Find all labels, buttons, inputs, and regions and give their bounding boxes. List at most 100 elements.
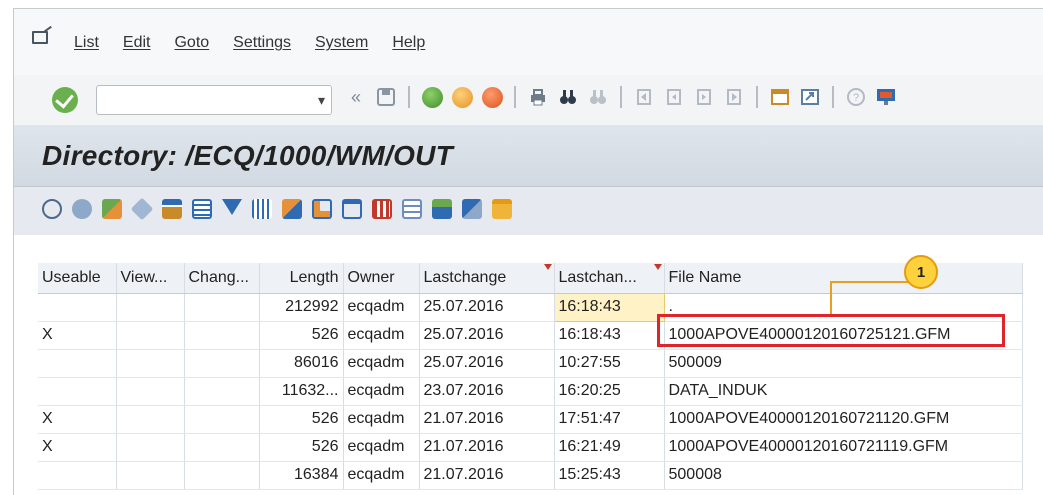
back-icon[interactable] <box>420 85 444 109</box>
next-page-icon[interactable] <box>692 85 716 109</box>
print-icon[interactable] <box>526 85 550 109</box>
cell-file-name[interactable]: DATA_INDUK <box>664 377 1023 406</box>
column-header-length[interactable]: Length <box>259 263 344 294</box>
toolbar-separator <box>514 86 516 108</box>
cell-file-name[interactable]: 1000APOVE40000120160721120.GFM <box>664 405 1023 434</box>
column-header-owner[interactable]: Owner <box>343 263 420 294</box>
cell-lastchange-date: 25.07.2016 <box>419 349 555 378</box>
column-header-useable[interactable]: Useable <box>38 263 117 294</box>
filter-icon[interactable] <box>130 197 154 221</box>
display-icon[interactable] <box>72 199 92 219</box>
cell-lastchange-date: 25.07.2016 <box>419 293 555 322</box>
cell-lastchange-time: 16:21:49 <box>554 433 665 462</box>
create-session-icon[interactable] <box>768 85 792 109</box>
cell-length: 526 <box>259 433 344 462</box>
sort-ascending-icon[interactable] <box>162 199 182 219</box>
total-icon[interactable] <box>252 199 272 219</box>
cell-changed <box>184 349 260 378</box>
cell-changed <box>184 461 260 490</box>
callout-highlight-box <box>657 314 1005 347</box>
menu-item-system[interactable]: System <box>315 34 368 52</box>
menu-item-settings[interactable]: Settings <box>233 34 291 52</box>
cell-length: 16384 <box>259 461 344 490</box>
cell-view <box>116 293 185 322</box>
cell-length: 86016 <box>259 349 344 378</box>
cell-view <box>116 321 185 350</box>
cell-useable <box>38 461 117 490</box>
menu-item-edit[interactable]: Edit <box>123 34 151 52</box>
column-header-file-name[interactable]: File Name <box>664 263 1023 294</box>
find-next-icon[interactable] <box>586 85 610 109</box>
file-table: Useable View... Chang... Length Owner La… <box>38 263 1023 490</box>
layout-icon[interactable] <box>372 199 392 219</box>
menu-bar: List Edit Goto Settings System Help <box>14 9 1043 75</box>
cell-useable <box>38 377 117 406</box>
column-header-lastchange-time[interactable]: Lastchan... <box>554 263 665 294</box>
menu-item-list[interactable]: List <box>74 34 99 52</box>
last-page-icon[interactable] <box>722 85 746 109</box>
menu-item-goto[interactable]: Goto <box>174 34 209 52</box>
shortcut-icon[interactable] <box>798 85 822 109</box>
menu-icon[interactable] <box>32 31 48 44</box>
refresh-icon[interactable] <box>42 199 62 219</box>
sap-window: List Edit Goto Settings System Help ▾ « <box>13 8 1043 495</box>
table-row[interactable]: 86016 ecqadm 25.07.2016 10:27:55 500009 <box>38 349 1023 378</box>
column-header-lastchange-time-label: Lastchan... <box>558 268 637 286</box>
menu-item-help[interactable]: Help <box>392 34 425 52</box>
history-back-icon[interactable]: « <box>344 85 368 109</box>
customize-layout-icon[interactable] <box>874 85 898 109</box>
info-icon[interactable] <box>462 199 482 219</box>
chevron-down-icon[interactable]: ▾ <box>318 92 325 109</box>
export-icon[interactable] <box>342 199 362 219</box>
toolbar-icons: « ? <box>344 85 898 109</box>
svg-text:?: ? <box>853 92 859 104</box>
cell-changed <box>184 433 260 462</box>
toolbar-separator <box>620 86 622 108</box>
cell-view <box>116 405 185 434</box>
first-page-icon[interactable] <box>632 85 656 109</box>
page-title: Directory: /ECQ/1000/WM/OUT <box>42 140 454 171</box>
cell-length: 526 <box>259 321 344 350</box>
enter-button[interactable] <box>52 87 78 113</box>
cell-view <box>116 377 185 406</box>
subtotal-icon[interactable] <box>282 199 302 219</box>
cell-useable: X <box>38 405 117 434</box>
cell-file-name[interactable]: 1000APOVE40000120160721119.GFM <box>664 433 1023 462</box>
cancel-icon[interactable] <box>480 85 504 109</box>
cell-file-name[interactable]: 500009 <box>664 349 1023 378</box>
help-icon[interactable]: ? <box>844 85 868 109</box>
cell-file-name[interactable]: 500008 <box>664 461 1023 490</box>
standard-toolbar: ▾ « ? <box>14 75 1043 125</box>
callout-connector-vertical <box>830 281 832 314</box>
cell-owner: ecqadm <box>343 405 420 434</box>
filter-set-icon[interactable] <box>222 199 242 215</box>
command-field[interactable]: ▾ <box>96 85 332 115</box>
table-row[interactable]: 16384 ecqadm 21.07.2016 15:25:43 500008 <box>38 461 1023 490</box>
exit-icon[interactable] <box>450 85 474 109</box>
table-row[interactable]: 11632... ecqadm 23.07.2016 16:20:25 DATA… <box>38 377 1023 406</box>
previous-page-icon[interactable] <box>662 85 686 109</box>
table-header-row: Useable View... Chang... Length Owner La… <box>38 263 1023 294</box>
column-header-view[interactable]: View... <box>116 263 185 294</box>
column-header-changed[interactable]: Chang... <box>184 263 260 294</box>
find-icon[interactable] <box>556 85 580 109</box>
cell-lastchange-time[interactable]: 16:18:43 <box>553 292 665 322</box>
cell-length: 11632... <box>259 377 344 406</box>
change-layout-icon[interactable] <box>402 199 422 219</box>
cell-owner: ecqadm <box>343 349 420 378</box>
cell-lastchange-date: 21.07.2016 <box>419 461 555 490</box>
copy-icon[interactable] <box>102 199 122 219</box>
folder-icon[interactable] <box>492 199 512 219</box>
save-layout-icon[interactable] <box>432 199 452 219</box>
column-header-lastchange-date[interactable]: Lastchange <box>419 263 555 294</box>
table-row[interactable]: X 526 ecqadm 21.07.2016 16:21:49 1000APO… <box>38 433 1023 462</box>
callout-badge: 1 <box>904 255 938 289</box>
table-row[interactable]: X 526 ecqadm 21.07.2016 17:51:47 1000APO… <box>38 405 1023 434</box>
application-toolbar <box>14 187 1043 235</box>
save-icon[interactable] <box>374 85 398 109</box>
title-bar: Directory: /ECQ/1000/WM/OUT <box>14 125 1043 187</box>
sort-descending-icon[interactable] <box>192 199 212 219</box>
print-preview-icon[interactable] <box>312 199 332 219</box>
cell-changed <box>184 321 260 350</box>
cell-view <box>116 461 185 490</box>
